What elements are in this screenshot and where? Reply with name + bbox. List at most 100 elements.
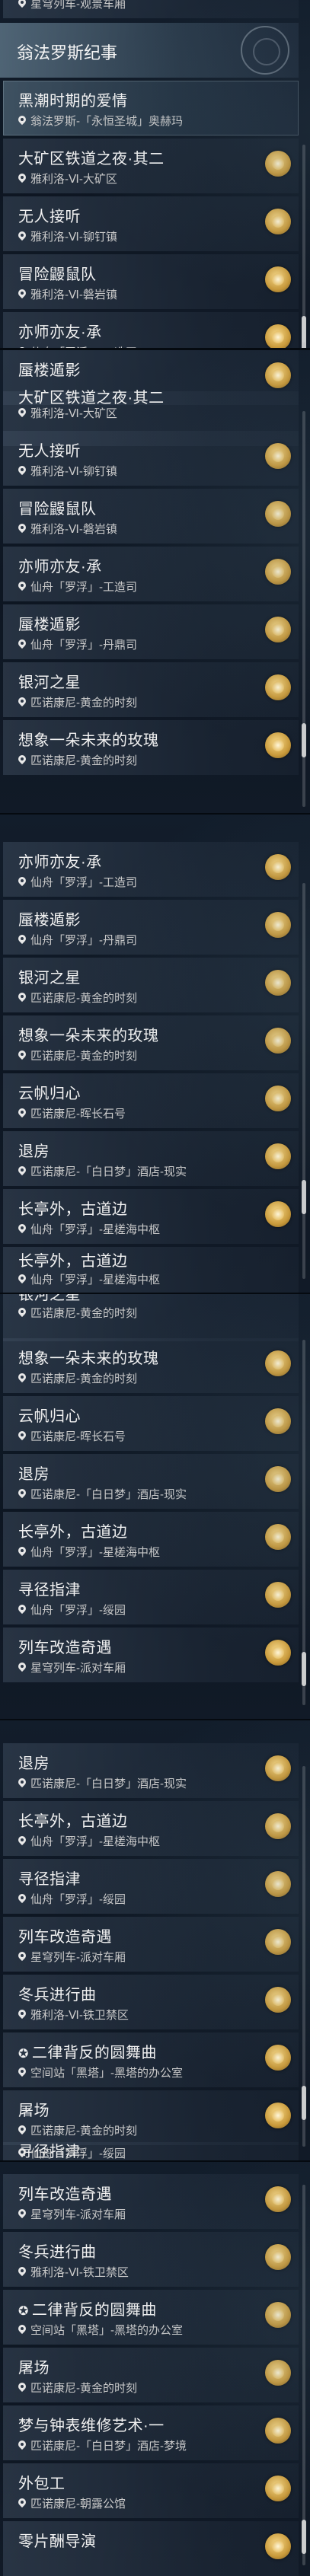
quest-item[interactable]: 想象一朵未来的玫瑰 匹诺康尼-黄金的时刻 xyxy=(0,1014,299,1072)
quest-item[interactable]: 星穹列车-观景车厢 xyxy=(0,0,299,20)
quest-item[interactable]: 无人接听 雅利洛-Ⅵ-铆钉镇 xyxy=(0,429,299,487)
quest-item[interactable]: 长亭外，古道边 仙舟「罗浮」-星槎海中枢 xyxy=(0,1510,299,1568)
quest-title: 无人接听 xyxy=(18,443,81,460)
quest-item[interactable]: 银河之星 匹诺康尼-黄金的时刻 xyxy=(0,956,299,1014)
location-pin-icon xyxy=(18,755,26,766)
quest-location: 匹诺康尼-黄金的时刻 xyxy=(18,694,137,710)
reward-coin-icon xyxy=(265,1987,291,2013)
scrollbar-track[interactable] xyxy=(302,145,305,343)
quest-location: 匹诺康尼-黄金的时刻 xyxy=(18,2122,137,2138)
quest-location: 匹诺康尼-朝露公馆 xyxy=(18,2495,126,2511)
quest-location: 匹诺康尼-黄金的时刻 xyxy=(18,2380,137,2396)
quest-title: 想象一朵未来的玫瑰 xyxy=(18,732,159,749)
quest-item[interactable]: 长亭外，古道边 仙舟「罗浮」-星槎海中枢 xyxy=(0,1245,299,1294)
scrollbar-thumb[interactable] xyxy=(302,1180,306,1214)
location-pin-icon xyxy=(18,1308,26,1318)
quest-item[interactable]: 冒险鼹鼠队 雅利洛-Ⅵ-磐岩镇 xyxy=(0,487,299,545)
quest-item[interactable]: 屠场 匹诺康尼-黄金的时刻 xyxy=(0,2346,299,2404)
location-pin-icon xyxy=(18,1894,26,1905)
quest-item[interactable]: 冬兵进行曲 雅利洛-Ⅵ-铁卫禁区 xyxy=(0,1973,299,2031)
quest-title: 云帆归心 xyxy=(18,1408,81,1425)
quest-item[interactable]: 寻径指津 仙舟「罗浮」-绥园 xyxy=(0,2141,299,2162)
location-pin-icon xyxy=(18,2125,26,2136)
reward-coin-icon xyxy=(265,970,291,996)
reward-coin-icon xyxy=(265,2244,291,2270)
location-pin-icon xyxy=(18,1836,26,1847)
quest-title: 外包工 xyxy=(18,2476,66,2492)
quest-location: 匹诺康尼-黄金的时刻 xyxy=(18,1047,137,1063)
reward-coin-icon xyxy=(265,324,291,349)
quest-location: 星穹列车-派对车厢 xyxy=(18,2206,126,2222)
quest-item[interactable]: 亦师亦友·承 仙舟「罗浮」-工造司 xyxy=(0,545,299,603)
quest-item[interactable]: 黑潮时期的爱情 翁法罗斯-「永恒圣城」奥赫玛 xyxy=(0,79,299,137)
quest-item[interactable]: 银河之星 匹诺康尼-黄金的时刻 xyxy=(0,1294,299,1343)
quest-item[interactable]: 退房 匹诺康尼-「白日梦」酒店-现实 xyxy=(0,1130,299,1188)
location-pin-icon xyxy=(18,116,26,126)
quest-item[interactable]: 退房 匹诺康尼-「白日梦」酒店-现实 xyxy=(0,1742,299,1800)
scrollbar-thumb[interactable] xyxy=(302,2520,306,2554)
reward-coin-icon xyxy=(265,151,291,177)
quest-item[interactable]: 大矿区铁道之夜·其二 雅利洛-Ⅵ-大矿区 xyxy=(0,137,299,195)
scrollbar-thumb[interactable] xyxy=(302,1652,306,1686)
reward-coin-icon xyxy=(265,1524,291,1550)
quest-title: 大矿区铁道之夜·其二 xyxy=(18,390,165,406)
quest-item[interactable]: 无人接听 雅利洛-Ⅵ-铆钉镇 xyxy=(0,195,299,253)
quest-title: 冬兵进行曲 xyxy=(18,1987,97,2004)
quest-item[interactable]: ✪ 二律背反的圆舞曲 空间站「黑塔」-黑塔的办公室 xyxy=(0,2031,299,2089)
scrollbar-track[interactable] xyxy=(302,2185,305,2565)
quest-item[interactable]: 列车改造奇遇 星穹列车-派对车厢 xyxy=(0,1915,299,1973)
quest-item[interactable]: 零片酬导演 xyxy=(0,2520,299,2576)
quest-location: 雅利洛-Ⅵ-铆钉镇 xyxy=(18,463,117,479)
quest-title: 列车改造奇遇 xyxy=(18,1640,112,1656)
quest-item[interactable]: ✪ 二律背反的圆舞曲 空间站「黑塔」-黑塔的办公室 xyxy=(0,2288,299,2346)
quest-item[interactable]: 寻径指津 仙舟「罗浮」-绥园 xyxy=(0,1568,299,1626)
reward-coin-icon xyxy=(265,732,291,758)
quest-location: 仙舟「罗浮」-星槎海中枢 xyxy=(18,1221,160,1237)
quest-item[interactable]: 外包工 匹诺康尼-朝露公馆 xyxy=(0,2462,299,2520)
quest-item[interactable]: 云帆归心 匹诺康尼-晖长石号 xyxy=(0,1072,299,1130)
quest-item[interactable]: 银河之星 匹诺康尼-黄金的时刻 xyxy=(0,661,299,719)
location-pin-icon xyxy=(18,2441,26,2451)
quest-item[interactable]: 蜃楼遁影 仙舟「罗浮」-丹鼎司 xyxy=(0,898,299,956)
scrollbar-thumb[interactable] xyxy=(302,723,306,757)
location-pin-icon xyxy=(18,2325,26,2335)
quest-item[interactable]: 长亭外，古道边 仙舟「罗浮」-星槎海中枢 xyxy=(0,1188,299,1245)
quest-item[interactable]: 想象一朵未来的玫瑰 匹诺康尼-黄金的时刻 xyxy=(0,1337,299,1395)
scrollbar-thumb[interactable] xyxy=(302,316,306,349)
quest-location: 仙舟「罗浮」-工造司 xyxy=(18,579,137,595)
quest-item[interactable]: 列车改造奇遇 星穹列车-派对车厢 xyxy=(0,2173,299,2230)
reward-coin-icon xyxy=(265,2360,291,2386)
screen-segment-4: 银河之星 匹诺康尼-黄金的时刻 想象一朵未来的玫瑰 匹诺康尼-黄金的时刻 云帆归… xyxy=(0,1294,310,1720)
quest-item[interactable]: 亦师亦友·承 仙舟「罗浮」-工造司 xyxy=(0,840,299,898)
scrollbar-track[interactable] xyxy=(302,1340,305,1705)
quest-item[interactable]: 梦与钟表维修艺术·一 匹诺康尼-「白日梦」酒店-梦境 xyxy=(0,2404,299,2462)
quest-title: 银河之星 xyxy=(18,674,81,691)
quest-location: 仙舟「罗浮」-工造司 xyxy=(18,874,137,890)
quest-item[interactable]: 冒险鼹鼠队 雅利洛-Ⅵ-磐岩镇 xyxy=(0,253,299,311)
quest-item[interactable]: 冬兵进行曲 雅利洛-Ⅵ-铁卫禁区 xyxy=(0,2230,299,2288)
chapter-header[interactable]: 翁法罗斯纪事 xyxy=(0,23,299,78)
quest-title: 银河之星 xyxy=(18,1294,81,1303)
quest-title: 长亭外，古道边 xyxy=(18,1201,128,1218)
quest-item[interactable]: 想象一朵未来的玫瑰 匹诺康尼-黄金的时刻 xyxy=(0,719,299,776)
quest-item[interactable]: 蜃楼遁影 仙舟「罗浮」-丹鼎司 xyxy=(0,603,299,661)
quest-item[interactable]: 长亭外，古道边 仙舟「罗浮」-星槎海中枢 xyxy=(0,1800,299,1857)
quest-item[interactable]: 云帆归心 匹诺康尼-晖长石号 xyxy=(0,1395,299,1452)
quest-title: 长亭外，古道边 xyxy=(18,1524,128,1541)
scrollbar-track[interactable] xyxy=(302,883,305,1279)
location-pin-icon xyxy=(18,289,26,300)
scrollbar-thumb[interactable] xyxy=(302,2086,306,2120)
location-pin-icon xyxy=(18,1778,26,1789)
quest-item[interactable]: 退房 匹诺康尼-「白日梦」酒店-现实 xyxy=(0,1452,299,1510)
quest-title: 亦师亦友·承 xyxy=(18,854,102,871)
quest-item[interactable]: 列车改造奇遇 星穹列车-派对车厢 xyxy=(0,1626,299,1684)
quest-location: 匹诺康尼-晖长石号 xyxy=(18,1428,126,1444)
quest-item[interactable]: 亦师亦友·承 仙舟「罗浮」-工造司 xyxy=(0,311,299,349)
quest-title: 冒险鼹鼠队 xyxy=(18,266,97,283)
quest-item[interactable]: 屠场 匹诺康尼-黄金的时刻 xyxy=(0,2089,299,2147)
quest-item[interactable]: 寻径指津 仙舟「罗浮」-绥园 xyxy=(0,1857,299,1915)
quest-title: 列车改造奇遇 xyxy=(18,2186,112,2203)
reward-coin-icon xyxy=(265,2418,291,2444)
quest-location: 仙舟「罗浮」-星槎海中枢 xyxy=(18,1833,160,1849)
quest-location: 星穹列车-观景车厢 xyxy=(18,0,126,11)
